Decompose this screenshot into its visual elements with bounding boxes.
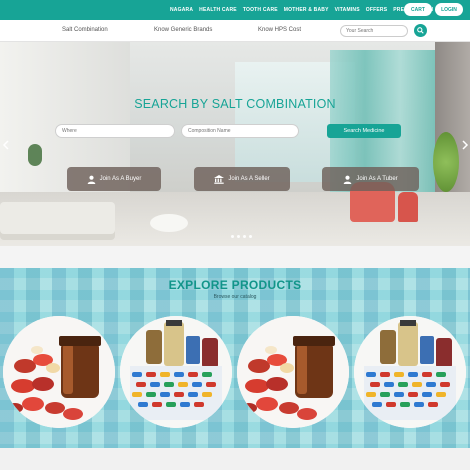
nav-link-tooth-care[interactable]: Tooth Care [243,7,278,13]
join-tuber-label: Join As A Tuber [356,176,398,182]
search-button[interactable] [414,24,427,37]
subnav-salt-combination[interactable]: Salt Combination [62,27,108,33]
hero-bg-table [150,214,188,232]
product-image-capsules[interactable] [237,316,349,428]
slider-dot[interactable] [249,235,252,238]
cart-button[interactable]: CART [404,3,432,16]
hero-banner: SEARCH BY SALT COMBINATION Search Medici… [0,42,470,246]
product-image-capsules[interactable] [3,316,115,428]
slider-dots [231,235,252,238]
join-buyer-label: Join As A Buyer [99,176,142,182]
chevron-right-icon[interactable] [461,140,469,150]
footer-strip [0,448,470,470]
subnav-hps-cost[interactable]: Know HPS Cost [258,27,301,33]
bank-icon [214,174,225,184]
nav-link-offers[interactable]: Offers [366,7,387,13]
explore-subtitle: Browse our catalog [213,294,257,300]
nav-link-mother-baby[interactable]: Mother & Baby [284,7,329,13]
location-input[interactable] [55,124,175,138]
slider-dot[interactable] [243,235,246,238]
capsules-illustration [3,316,115,428]
search-icon [417,27,424,34]
medicine-assortment-illustration [354,316,466,428]
top-bar: Nagara Health Care Tooth Care Mother & B… [0,0,470,20]
join-seller-button[interactable]: Join As A Seller [194,167,290,191]
join-tuber-button[interactable]: Join As A Tuber [322,167,419,191]
secondary-nav: Salt Combination Know Generic Brands Kno… [0,20,470,42]
explore-title: EXPLORE PRODUCTS [168,278,302,292]
medicine-assortment-illustration [120,316,232,428]
login-button[interactable]: LOGIN [435,3,463,16]
product-image-medicine-assortment[interactable] [354,316,466,428]
join-seller-label: Join As A Seller [228,176,270,182]
chevron-left-icon[interactable] [2,140,10,150]
user-icon [344,175,352,184]
user-icon [87,175,95,184]
slider-dot[interactable] [237,235,240,238]
hero-bg-chair-small [398,192,418,222]
nav-link-vitamins[interactable]: Vitamins [335,7,360,13]
top-nav: Nagara Health Care Tooth Care Mother & B… [170,0,433,20]
search-medicine-button[interactable]: Search Medicine [327,124,401,138]
join-buyer-button[interactable]: Join As A Buyer [67,167,161,191]
composition-input[interactable] [181,124,299,138]
nav-link-health-care[interactable]: Health Care [199,7,237,13]
capsules-illustration [237,316,349,428]
hero-title: SEARCH BY SALT COMBINATION [134,97,336,111]
product-image-medicine-assortment[interactable] [120,316,232,428]
subnav-generic-brands[interactable]: Know Generic Brands [154,27,212,33]
nav-link-nagara[interactable]: Nagara [170,7,193,13]
search-input[interactable] [340,25,408,37]
hero-bg-lamp [28,144,42,166]
explore-section: EXPLORE PRODUCTS Browse our catalog [0,268,470,448]
hero-bg-sofa [0,202,115,240]
slider-dot[interactable] [231,235,234,238]
hero-bg-plant [433,132,459,192]
